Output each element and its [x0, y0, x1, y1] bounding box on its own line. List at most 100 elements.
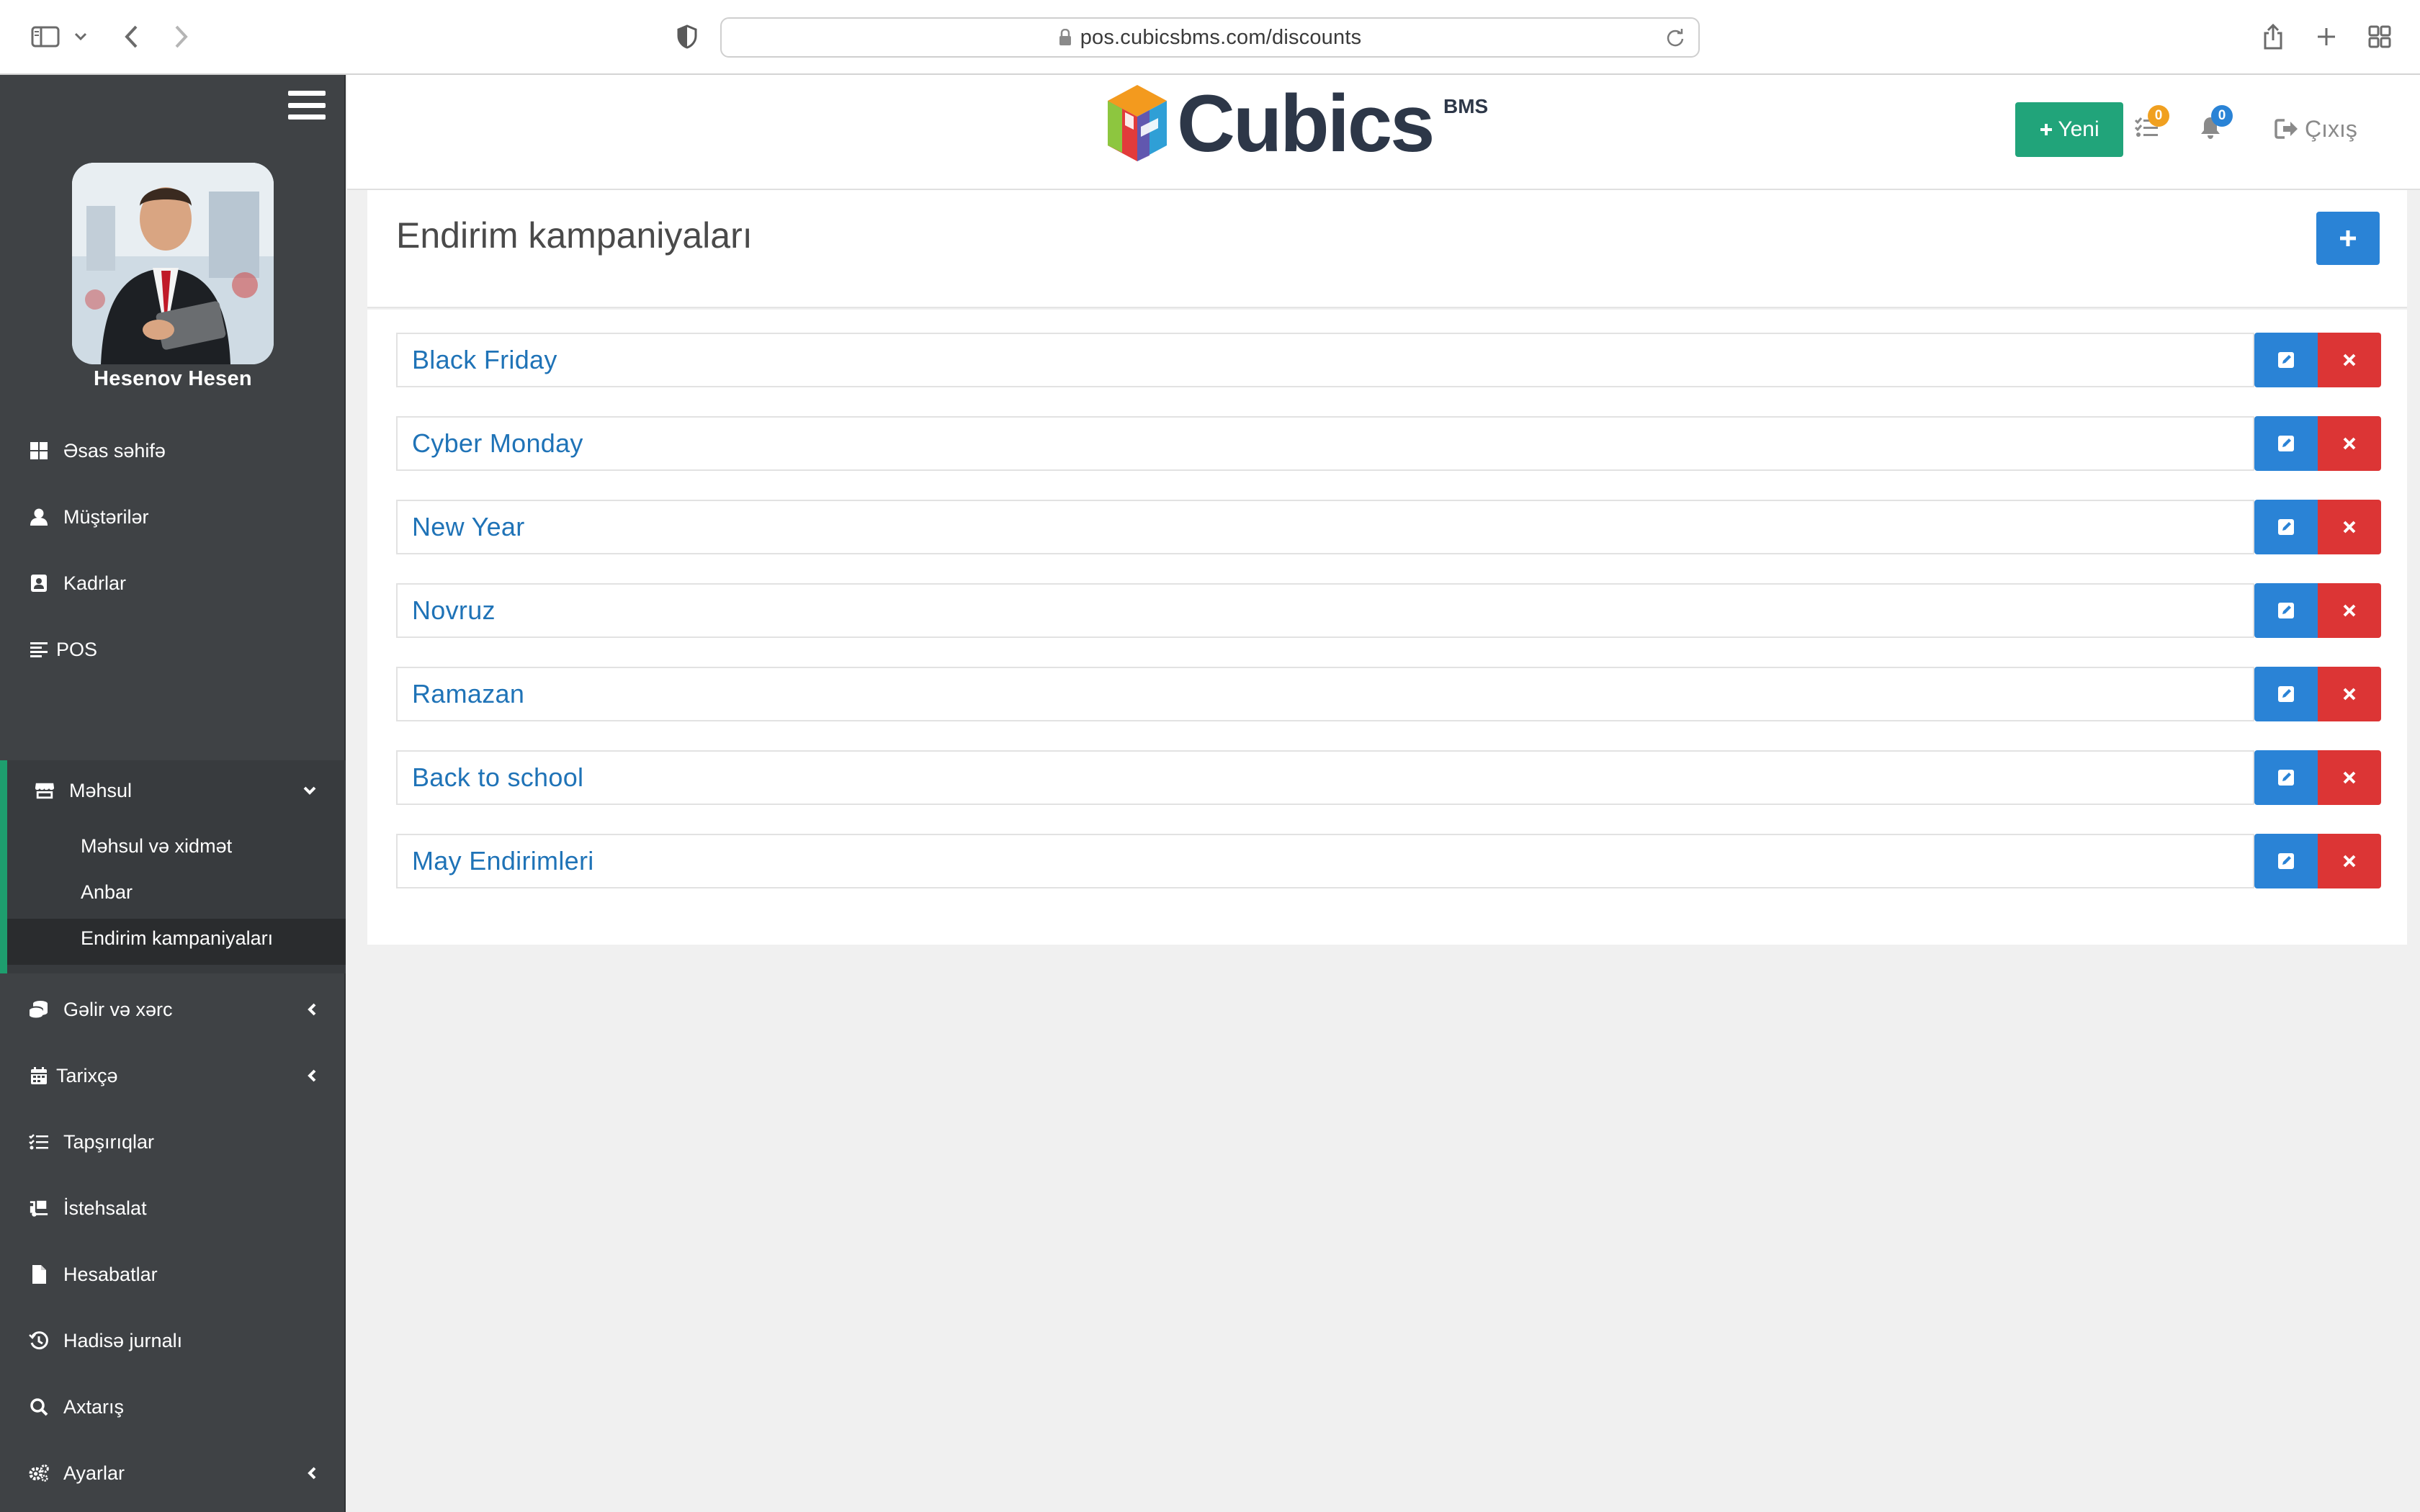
- campaign-row: Novruz: [396, 583, 2384, 638]
- delete-button[interactable]: [2318, 750, 2381, 805]
- campaign-row: New Year: [396, 500, 2384, 554]
- file-icon: [29, 1264, 49, 1284]
- delete-button[interactable]: [2318, 416, 2381, 471]
- privacy-shield-icon[interactable]: [673, 16, 702, 58]
- id-card-icon: [29, 573, 49, 593]
- sidebar-toggle-icon[interactable]: [27, 16, 63, 58]
- campaign-link[interactable]: Black Friday: [396, 333, 2254, 387]
- close-icon: [2343, 521, 2356, 534]
- cogs-icon: [29, 1463, 49, 1483]
- campaign-link[interactable]: New Year: [396, 500, 2254, 554]
- logout-button[interactable]: Çıxış: [2275, 111, 2357, 147]
- campaign-link[interactable]: Cyber Monday: [396, 416, 2254, 471]
- edit-icon: [2278, 436, 2294, 451]
- sidebar-item-label: Axtarış: [63, 1395, 125, 1418]
- align-left-icon: [29, 639, 49, 660]
- sidebar: Hesenov Hesen Əsas səhifə Müştərilər Kad…: [0, 75, 346, 1512]
- close-icon: [2343, 604, 2356, 617]
- tab-overview-icon[interactable]: [2365, 16, 2394, 58]
- campaign-row: Back to school: [396, 750, 2384, 805]
- calendar-icon: [29, 1066, 49, 1086]
- sidebar-item-label: Məhsul: [69, 779, 133, 801]
- sidebar-item-label: POS: [56, 638, 98, 660]
- campaign-link[interactable]: Ramazan: [396, 667, 2254, 721]
- edit-button[interactable]: [2254, 750, 2318, 805]
- submenu-item-warehouse[interactable]: Anbar: [81, 881, 133, 904]
- tasks-badge: 0: [2148, 105, 2169, 127]
- chevron-left-icon: [307, 1443, 317, 1503]
- add-campaign-button[interactable]: [2316, 212, 2380, 265]
- search-icon: [29, 1397, 49, 1417]
- tasks-icon[interactable]: 0: [2129, 105, 2169, 147]
- sidebar-item-pos[interactable]: POS: [0, 619, 346, 680]
- sidebar-item-settings[interactable]: Ayarlar: [0, 1443, 346, 1503]
- sidebar-item-label: Müştərilər: [63, 505, 149, 528]
- sidebar-item-label: Hadisə jurnalı: [63, 1329, 183, 1351]
- campaign-link[interactable]: May Endirimleri: [396, 834, 2254, 888]
- top-header: Cubics BMS Yeni 0 0 Çıxış: [347, 75, 2420, 190]
- bell-icon[interactable]: 0: [2192, 105, 2233, 147]
- tasks-icon: [29, 1132, 49, 1152]
- submenu-item-discount-campaigns[interactable]: Endirim kampaniyaları: [81, 927, 273, 950]
- new-button[interactable]: Yeni: [2015, 102, 2123, 157]
- campaign-list: Black Friday Cyber Monday New Year Novru…: [367, 310, 2407, 945]
- campaign-row: Ramazan: [396, 667, 2384, 721]
- address-bar[interactable]: pos.cubicsbms.com/discounts: [720, 17, 1700, 58]
- sidebar-item-production[interactable]: İstehsalat: [0, 1178, 346, 1238]
- edit-button[interactable]: [2254, 500, 2318, 554]
- delete-button[interactable]: [2318, 333, 2381, 387]
- delete-button[interactable]: [2318, 834, 2381, 888]
- sidebar-item-event-log[interactable]: Hadisə jurnalı: [0, 1310, 346, 1371]
- edit-button[interactable]: [2254, 667, 2318, 721]
- sidebar-item-label: Əsas səhifə: [63, 439, 166, 462]
- delete-button[interactable]: [2318, 667, 2381, 721]
- close-icon: [2343, 688, 2356, 701]
- share-icon[interactable]: [2259, 16, 2287, 58]
- menu-toggle-icon[interactable]: [288, 91, 326, 120]
- new-tab-icon[interactable]: [2312, 16, 2341, 58]
- forward-icon[interactable]: [167, 16, 196, 58]
- browser-toolbar: pos.cubicsbms.com/discounts: [0, 0, 2420, 75]
- campaign-row: Cyber Monday: [396, 416, 2384, 471]
- chevron-down-icon: [302, 760, 317, 821]
- url-text: pos.cubicsbms.com/discounts: [1080, 25, 1362, 49]
- sidebar-item-staff[interactable]: Kadrlar: [0, 553, 346, 613]
- history-icon: [29, 1331, 49, 1351]
- campaign-link[interactable]: Back to school: [396, 750, 2254, 805]
- user-icon: [29, 507, 49, 527]
- chevron-down-icon[interactable]: [71, 16, 91, 58]
- page-header-panel: Endirim kampaniyaları: [367, 190, 2407, 308]
- sidebar-item-label: İstehsalat: [63, 1197, 147, 1219]
- sidebar-item-label: Ayarlar: [63, 1462, 125, 1484]
- back-icon[interactable]: [117, 16, 145, 58]
- campaign-link[interactable]: Novruz: [396, 583, 2254, 638]
- sidebar-item-reports[interactable]: Hesabatlar: [0, 1244, 346, 1305]
- truck-loading-icon: [29, 1198, 49, 1218]
- edit-button[interactable]: [2254, 416, 2318, 471]
- submenu-item-products-services[interactable]: Məhsul və xidmət: [81, 835, 232, 858]
- reload-icon[interactable]: [1665, 27, 1685, 51]
- sidebar-item-search[interactable]: Axtarış: [0, 1377, 346, 1437]
- sidebar-item-label: Tarixçə: [56, 1064, 118, 1086]
- sidebar-item-tasks[interactable]: Tapşırıqlar: [0, 1112, 346, 1172]
- close-icon: [2343, 771, 2356, 784]
- sidebar-item-income-expense[interactable]: Gəlir və xərc: [0, 979, 346, 1040]
- cubics-logo[interactable]: Cubics BMS: [1105, 84, 1488, 164]
- edit-button[interactable]: [2254, 583, 2318, 638]
- sidebar-item-label: Gəlir və xərc: [63, 998, 173, 1020]
- close-icon: [2343, 437, 2356, 450]
- sidebar-item-customers[interactable]: Müştərilər: [0, 487, 346, 547]
- delete-button[interactable]: [2318, 583, 2381, 638]
- avatar: [72, 163, 274, 364]
- logout-label: Çıxış: [2305, 115, 2357, 142]
- campaign-row: Black Friday: [396, 333, 2384, 387]
- sidebar-item-dashboard[interactable]: Əsas səhifə: [0, 420, 346, 481]
- sign-out-icon: [2275, 119, 2298, 139]
- sidebar-item-history[interactable]: Tarixçə: [0, 1045, 346, 1106]
- sidebar-item-products[interactable]: Məhsul: [0, 760, 346, 821]
- edit-button[interactable]: [2254, 333, 2318, 387]
- delete-button[interactable]: [2318, 500, 2381, 554]
- lock-icon: [1059, 29, 1072, 46]
- edit-icon: [2278, 519, 2294, 535]
- edit-button[interactable]: [2254, 834, 2318, 888]
